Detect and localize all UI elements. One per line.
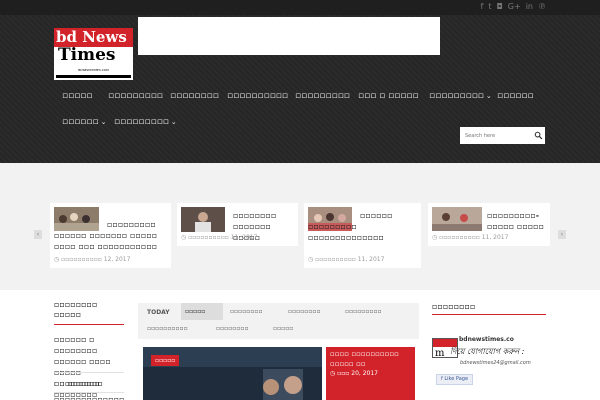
nav-item-8[interactable]: ▫▫▫▫▫▫ — [497, 90, 534, 102]
social-links: f t ◘ G+ in ℗ — [481, 2, 547, 12]
tab-4[interactable]: ▫▫▫▫▫▫▫▫▫ — [345, 308, 382, 316]
nav-item-5[interactable]: ▫▫▫▫▫▫▫▫▫ — [295, 90, 350, 102]
sidebar-item[interactable]: ▫▫ ▫▫▫▫▫▫ — [54, 378, 100, 389]
nav-item-2[interactable]: ▫▫▫▫▫▫▫▫▫ — [108, 90, 163, 102]
card-title[interactable]: ▫▫▫▫▫▫▫▫▫ ▫▫▫▫▫▫ ▫▫▫▫▫▫▫ ▫▫▫▫▫ ▫▫▫▫ ▫▫▫ … — [54, 219, 168, 252]
card-date: ◷ ▫▫▫▫▫▫▫▫▫▫ 11, 2017 — [181, 234, 258, 241]
nav-item-7[interactable]: ▫▫▫▫▫▫▫▫▫ ⌄ — [429, 90, 492, 102]
logo-tagline: BDNEWSTIMES.COM — [78, 68, 109, 72]
chevron-down-icon: ⌄ — [100, 118, 107, 126]
nav-item-4[interactable]: ▫▫▫▫▫▫▫▫▫▫ — [227, 90, 288, 102]
category-badge[interactable]: ▫▫▫▫▫ — [151, 355, 180, 366]
pinterest-icon[interactable]: ℗ — [538, 2, 546, 12]
card-date: ◷ ▫▫▫▫▫▫▫▫▫▫ 11, 2017 — [308, 256, 385, 263]
fb-page-url[interactable]: bdnewstimes.co — [459, 336, 514, 343]
right-sidebar-title: ▫▫▫▫▫▫▫▫ — [432, 302, 476, 311]
site-logo[interactable]: bd News Times BDNEWSTIMES.COM — [54, 28, 133, 80]
card-date: ◷ ▫▫▫▫▫▫▫▫▫▫ 11, 2017 — [432, 234, 509, 241]
sidebar-item[interactable]: ▫▫▫▫▫▫▫▫▫▫▫▫▫ — [54, 394, 124, 400]
fb-contact-line: দিয়ে যোগাযোগ করুন : — [450, 347, 525, 356]
chevron-down-icon: ⌄ — [485, 92, 492, 100]
nav-item-1[interactable]: ▫▫▫▫▫ — [62, 90, 93, 102]
card-thumbnail[interactable] — [432, 207, 482, 231]
logo-line2: Times — [58, 45, 116, 65]
sidebar-title: ▫▫▫▫▫▫▫▫ ▫▫▫▫▫ — [54, 300, 98, 319]
nav-item-3[interactable]: ▫▫▫▫▫▫▫▫ — [170, 90, 219, 102]
tab-5[interactable]: ▫▫▫▫▫▫▫▫▫▫ — [147, 325, 188, 333]
card-title[interactable]: ▫▫▫▫▫▫ ▫▫▫▫▫▫▫▫▫ ▫▫▫▫▫▫▫▫▫▫▫▫▫▫ — [308, 210, 416, 243]
card-title[interactable]: ▫▫▫▫▫▫▫▫▫-▫▫▫▫▫ ▫▫▫▫▫ — [487, 210, 547, 232]
facebook-icon[interactable]: f — [481, 2, 484, 12]
sidebar-divider — [54, 324, 124, 325]
search-input[interactable] — [460, 127, 530, 144]
tab-6[interactable]: ▫▫▫▫▫▫▫▫ — [216, 325, 249, 333]
carousel-next-button[interactable]: › — [558, 230, 566, 239]
carousel-prev-button[interactable]: ‹ — [34, 230, 42, 239]
nav-item-10[interactable]: ▫▫▫▫▫▫▫▫▫ ⌄ — [114, 116, 177, 128]
search-icon[interactable] — [534, 131, 543, 140]
chevron-down-icon: ⌄ — [170, 118, 177, 126]
nav-item-6[interactable]: ▫▫▫ ▫ ▫▫▫▫▫ — [358, 90, 419, 102]
sidebar-separator — [54, 392, 124, 393]
instagram-icon[interactable]: ◘ — [496, 2, 502, 12]
nav-item-9[interactable]: ▫▫▫▫▫▫ ⌄ — [62, 116, 106, 128]
linkedin-icon[interactable]: in — [526, 2, 533, 12]
tab-today[interactable]: TODAY — [147, 309, 170, 317]
chevron-right-icon: › — [560, 231, 564, 238]
tab-7[interactable]: ▫▫▫▫▫ — [273, 325, 293, 333]
tab-3[interactable]: ▫▫▫▫▫▫▫▫ — [288, 308, 321, 316]
svg-text:m: m — [435, 348, 445, 357]
google-plus-icon[interactable]: G+ — [508, 2, 521, 12]
featured-post-title[interactable]: ▫▫▫▫ ▫▫▫▫▫▫▫▫▫▫ ▫▫▫▫▫ ▫▫ — [330, 349, 414, 369]
tab-1[interactable]: ▫▫▫▫▫ — [181, 303, 223, 320]
fb-email: bdnewstimes24@gmail.com — [460, 360, 531, 366]
sidebar-separator — [54, 372, 124, 373]
sidebar-item[interactable]: ▫▫▫▫▫▫ ▫ ▫▫▫▫▫▫▫▫ ▫▫▫▫▫▫ ▫▫▫▫ ▫▫▫▫▫ ▫▫▫▫… — [54, 334, 126, 400]
card-thumbnail[interactable] — [181, 207, 225, 232]
header-banner-ad — [138, 17, 440, 55]
card-date: ◷ ▫▫▫▫▫▫▫▫▫▫ 12, 2017 — [54, 256, 131, 263]
chevron-left-icon: ‹ — [36, 231, 40, 238]
search-box — [460, 127, 545, 144]
tab-2[interactable]: ▫▫▫▫▫▫▫▫ — [230, 308, 263, 316]
featured-post-date: ◷ ▫▫▫ 20, 2017 — [330, 370, 378, 377]
top-bar: f t ◘ G+ in ℗ — [0, 0, 600, 15]
right-sidebar-divider — [432, 314, 546, 315]
like-page-button[interactable]: f Like Page — [436, 374, 474, 385]
twitter-icon[interactable]: t — [488, 2, 491, 12]
